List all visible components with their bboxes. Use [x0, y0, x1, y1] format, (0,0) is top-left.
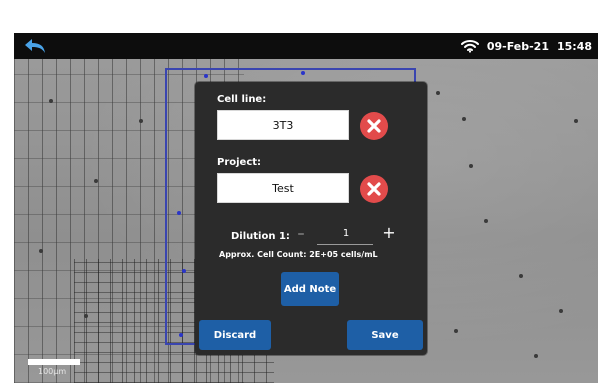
cell — [84, 314, 88, 318]
save-button[interactable]: Save — [347, 320, 423, 350]
project-field[interactable]: Test — [217, 173, 349, 203]
top-bar: 09-Feb-21 15:48 — [14, 33, 598, 59]
dilution-label: Dilution 1: — [231, 231, 290, 242]
cell-marked — [301, 71, 305, 75]
cell — [454, 329, 458, 333]
cell-line-clear-button[interactable] — [360, 112, 388, 140]
sample-info-dialog: Cell line: 3T3 Project: Test Dilution 1:… — [195, 82, 427, 355]
clear-x-icon — [367, 182, 381, 196]
status-time: 15:48 — [556, 39, 592, 53]
cell-line-field[interactable]: 3T3 — [217, 110, 349, 140]
cell — [574, 119, 578, 123]
project-clear-button[interactable] — [360, 175, 388, 203]
scale-bar — [28, 359, 80, 365]
back-button[interactable] — [22, 36, 48, 56]
cell — [139, 119, 143, 123]
cell — [94, 179, 98, 183]
clear-x-icon — [367, 119, 381, 133]
screen: 09-Feb-21 15:48 100µm Cell line: 3T3 Pro… — [14, 33, 598, 383]
back-arrow-icon — [25, 39, 45, 53]
dilution-underline — [317, 244, 373, 245]
add-note-button[interactable]: Add Note — [281, 272, 339, 306]
cell-line-label: Cell line: — [217, 94, 267, 105]
cell — [519, 274, 523, 278]
cell — [484, 219, 488, 223]
device-frame: 09-Feb-21 15:48 100µm Cell line: 3T3 Pro… — [0, 0, 605, 387]
cell — [462, 117, 466, 121]
status-date: 09-Feb-21 — [486, 39, 549, 53]
cell — [49, 99, 53, 103]
project-label: Project: — [217, 157, 262, 168]
cell — [559, 309, 563, 313]
cell — [469, 164, 473, 168]
cell — [39, 249, 43, 253]
dilution-value[interactable]: 1 — [334, 228, 358, 239]
status-bar: 09-Feb-21 15:48 — [460, 33, 592, 59]
scale-label: 100µm — [38, 367, 67, 376]
cell-marked — [179, 333, 183, 337]
dilution-decrement-button[interactable]: – — [293, 226, 309, 242]
discard-button[interactable]: Discard — [199, 320, 271, 350]
cell — [436, 91, 440, 95]
cell-marked — [177, 211, 181, 215]
cell-marked — [182, 269, 186, 273]
dilution-increment-button[interactable]: + — [381, 225, 397, 241]
cell-marked — [204, 74, 208, 78]
cell — [534, 354, 538, 358]
wifi-icon — [460, 40, 479, 53]
approx-cell-count: Approx. Cell Count: 2E+05 cells/mL — [219, 250, 378, 259]
